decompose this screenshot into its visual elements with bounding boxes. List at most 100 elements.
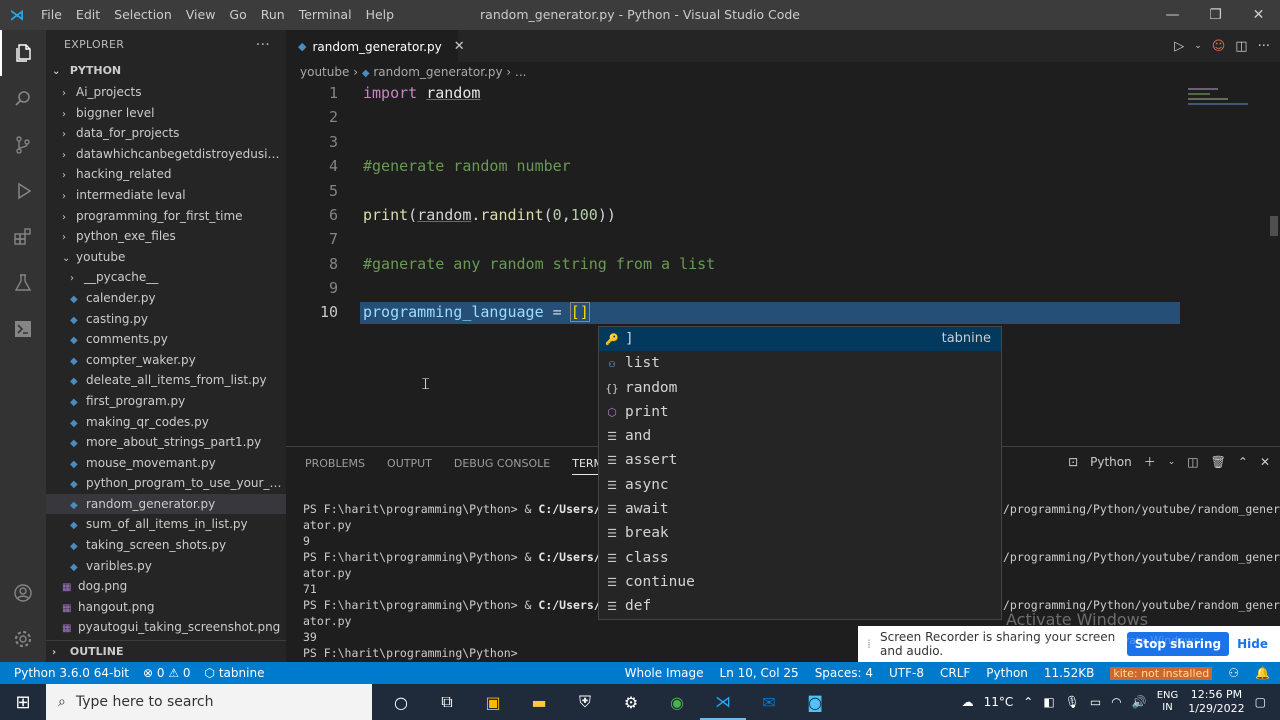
terminal-selector[interactable]: Python [1090, 455, 1132, 469]
breadcrumb-file[interactable]: random_generator.py [373, 65, 502, 79]
extensions-icon[interactable] [0, 214, 46, 260]
problems-count[interactable]: ⊗ 0 ⚠ 0 [143, 666, 191, 680]
trash-icon[interactable]: 🗑 [1211, 455, 1226, 469]
feedback-icon[interactable]: ⚇ [1228, 666, 1239, 680]
notifications-icon[interactable]: 🔔 [1255, 666, 1270, 680]
menu-run[interactable]: Run [254, 0, 292, 30]
windows-start-icon[interactable]: ⊞ [0, 692, 46, 713]
suggestion-item[interactable]: 🔑] tabnine [599, 327, 1001, 352]
outline-section[interactable]: › OUTLINE [46, 640, 286, 662]
close-tab-icon[interactable]: ✕ [454, 39, 465, 54]
taskbar-search[interactable]: ⌕ Type here to search [46, 684, 372, 720]
suggestion-item[interactable]: ☰ def [599, 594, 1001, 618]
restore-icon[interactable]: ❐ [1194, 0, 1237, 30]
encoding[interactable]: UTF-8 [889, 666, 924, 680]
file-item[interactable]: ◆ deleate_all_items_from_list.py [46, 370, 286, 391]
terminal-dropdown-icon[interactable]: ⌄ [1168, 457, 1176, 467]
cursor-position[interactable]: Ln 10, Col 25 [720, 666, 799, 680]
folder-item[interactable]: › hacking_related [46, 164, 286, 185]
folder-item[interactable]: › intermediate leval [46, 185, 286, 206]
file-item[interactable]: ▦ hangout.png [46, 597, 286, 618]
tabnine-status[interactable]: ⬡ tabnine [205, 666, 265, 680]
split-terminal-icon[interactable]: ◫ [1187, 455, 1198, 469]
vscode-taskbar-icon[interactable]: ⋊ [700, 684, 746, 720]
tab-random-generator[interactable]: ◆ random_generator.py ✕ [286, 30, 465, 62]
suggestion-item[interactable]: ⚇ list [599, 351, 1001, 375]
breadcrumb-more[interactable]: ... [515, 65, 526, 79]
tray-chevron-icon[interactable]: ⌃ [1023, 695, 1033, 709]
suggestion-item[interactable]: ☰ and [599, 424, 1001, 448]
weather-temp[interactable]: 11°C [984, 695, 1014, 709]
editor-scrollbar[interactable] [1270, 216, 1278, 236]
hide-button[interactable]: Hide [1237, 637, 1268, 651]
file-item[interactable]: ◆ first_program.py [46, 391, 286, 412]
wifi-icon[interactable]: ◠ [1111, 695, 1121, 709]
remote-explorer-icon[interactable] [0, 306, 46, 352]
screen-recorder-taskbar-icon[interactable]: ◙ [792, 684, 838, 720]
file-item[interactable]: ◆ making_qr_codes.py [46, 412, 286, 433]
folder-item[interactable]: › datawhichcanbegetdistroyedusingpy... [46, 144, 286, 165]
file-size[interactable]: 11.52KB [1044, 666, 1094, 680]
menu-file[interactable]: File [34, 0, 69, 30]
suggestion-item[interactable]: ☰ class [599, 546, 1001, 570]
split-editor-icon[interactable]: ◫ [1235, 39, 1247, 54]
kite-warning[interactable]: kite: not installed [1110, 666, 1213, 680]
file-item[interactable]: ◆ varibles.py [46, 556, 286, 577]
minimap[interactable] [1188, 88, 1248, 108]
file-item[interactable]: ◆ taking_screen_shots.py [46, 535, 286, 556]
suggestion-item[interactable]: ☰ async [599, 473, 1001, 497]
folder-item[interactable]: › programming_for_first_time [46, 206, 286, 227]
close-panel-icon[interactable]: ✕ [1260, 455, 1270, 469]
file-item[interactable]: ▦ pyautogui_taking_screenshot.png [46, 617, 286, 638]
workspace-section[interactable]: ⌄ PYTHON [46, 60, 286, 82]
run-debug-icon[interactable] [0, 168, 46, 214]
more-editor-actions-icon[interactable]: ··· [1258, 39, 1270, 54]
file-item[interactable]: ◆ calender.py [46, 288, 286, 309]
volume-icon[interactable]: 🔊 [1132, 695, 1147, 709]
suggestion-item[interactable]: ☰ await [599, 497, 1001, 521]
settings-gear-icon[interactable] [0, 616, 46, 662]
file-item[interactable]: ◆ python_program_to_use_your_com... [46, 473, 286, 494]
indentation[interactable]: Spaces: 4 [815, 666, 873, 680]
language-mode[interactable]: Python [986, 666, 1028, 680]
file-item[interactable]: ▦ dog.png [46, 576, 286, 597]
folder-item[interactable]: › biggner level [46, 103, 286, 124]
menu-selection[interactable]: Selection [107, 0, 179, 30]
drag-handle-icon[interactable]: ⁞ [858, 637, 880, 651]
menu-go[interactable]: Go [222, 0, 253, 30]
file-item[interactable]: ◆ sum_of_all_items_in_list.py [46, 514, 286, 535]
file-item[interactable]: ◆ compter_waker.py [46, 350, 286, 371]
chrome-icon[interactable]: ◉ [654, 684, 700, 720]
end-of-line[interactable]: CRLF [940, 666, 970, 680]
source-control-icon[interactable] [0, 122, 46, 168]
file-item[interactable]: ◆ comments.py [46, 329, 286, 350]
tab-problems[interactable]: PROBLEMS [305, 457, 365, 470]
run-dropdown-icon[interactable]: ⌄ [1194, 41, 1202, 51]
settings-icon[interactable]: ⚙ [608, 684, 654, 720]
microphone-icon[interactable]: 🎙 [1065, 695, 1080, 709]
file-item[interactable]: ◆ more_about_strings_part1.py [46, 432, 286, 453]
account-icon[interactable] [0, 570, 46, 616]
whole-image-status[interactable]: Whole Image [625, 666, 704, 680]
file-item[interactable]: ◆ casting.py [46, 309, 286, 330]
testing-icon[interactable] [0, 260, 46, 306]
add-terminal-icon[interactable]: ＋ [1144, 453, 1156, 470]
python-interpreter[interactable]: Python 3.6.0 64-bit [14, 666, 129, 680]
suggestion-item[interactable]: ☰ assert [599, 448, 1001, 472]
camera-icon[interactable]: ◧ [1043, 695, 1054, 709]
battery-icon[interactable]: ▭ [1090, 695, 1101, 709]
tab-output[interactable]: OUTPUT [387, 457, 432, 470]
maximize-panel-icon[interactable]: ⌃ [1238, 455, 1248, 469]
more-actions-icon[interactable]: ··· [256, 30, 270, 60]
file-item[interactable]: ◆ mouse_movemant.py [46, 453, 286, 474]
minimize-icon[interactable]: — [1151, 0, 1194, 30]
suggestion-item[interactable]: {} random [599, 376, 1001, 400]
folder-item[interactable]: › data_for_projects [46, 123, 286, 144]
file-item[interactable]: ◆ random_generator.py [46, 493, 286, 515]
breadcrumb-folder[interactable]: youtube [300, 65, 349, 79]
store-icon[interactable]: ▣ [470, 684, 516, 720]
folder-item[interactable]: › __pycache__ [46, 267, 286, 288]
notification-center-icon[interactable]: ▢ [1255, 695, 1266, 709]
cortana-icon[interactable]: ○ [378, 684, 424, 720]
menu-terminal[interactable]: Terminal [292, 0, 359, 30]
